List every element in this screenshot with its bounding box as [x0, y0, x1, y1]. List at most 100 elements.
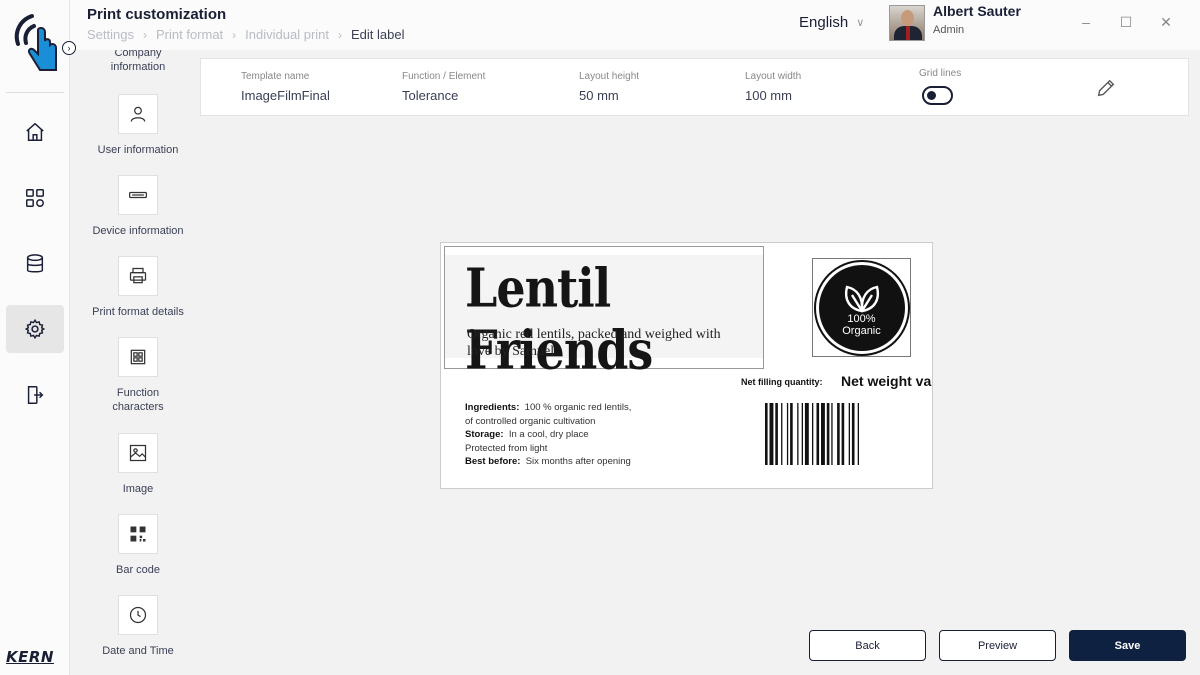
best-before-value: Six months after opening	[525, 456, 631, 467]
brand-tagline: Organic red lentils, packed and weighed …	[467, 327, 721, 359]
touch-hand-logo-icon	[14, 14, 57, 71]
logout-icon	[27, 386, 44, 404]
element-function-characters[interactable]: Function characters	[80, 337, 196, 414]
element-label: Date and Time	[102, 645, 174, 657]
grid-lines-toggle[interactable]	[922, 86, 953, 105]
element-label: Function characters	[112, 387, 164, 413]
scale-icon	[118, 175, 158, 215]
layout-height-field: Layout height 50 mm	[579, 71, 639, 103]
grid-lines-field: Grid lines	[919, 68, 961, 79]
barcode-bar	[831, 403, 833, 465]
grid-icon	[26, 189, 44, 207]
user-name: Albert Sauter	[933, 3, 1021, 19]
element-bar-code[interactable]: Bar code	[80, 514, 196, 577]
element-label: Bar code	[115, 564, 161, 576]
barcode-bar	[786, 403, 789, 465]
avatar[interactable]	[889, 5, 925, 41]
net-filling-label: Net filling quantity:	[741, 377, 823, 387]
breadcrumb-individual-print[interactable]: Individual print	[245, 27, 329, 42]
barcode-bar	[765, 403, 768, 465]
barcode-bar	[769, 403, 774, 465]
breadcrumb-chevron-icon: ›	[142, 27, 147, 42]
organic-badge-element[interactable]: 100% Organic	[812, 258, 911, 357]
element-label: Print format details	[92, 306, 184, 318]
net-weight-value: Net weight va	[841, 373, 932, 389]
back-button[interactable]: Back	[809, 630, 926, 661]
element-label: User information	[97, 144, 179, 156]
element-palette: Company information User information Dev…	[80, 50, 196, 670]
barcode-bar	[841, 403, 845, 465]
nav-database[interactable]	[6, 240, 64, 288]
function-element-field: Function / Element Tolerance	[402, 71, 485, 103]
nav-logout[interactable]	[6, 371, 64, 419]
qr-code-icon	[118, 514, 158, 554]
element-image[interactable]: Image	[80, 433, 196, 496]
language-select[interactable]: English ∨	[799, 14, 864, 31]
badge-percent: 100%	[847, 312, 876, 325]
ingredients-value: 100 % organic red lentils,	[524, 402, 632, 413]
brand-name: Lentil Friends	[465, 257, 653, 382]
pencil-icon[interactable]	[1095, 77, 1117, 99]
header: Print customization Settings › Print for…	[70, 0, 1200, 50]
barcode-bar	[812, 403, 814, 465]
barcode-bar	[837, 403, 840, 465]
barcode-bar	[851, 403, 855, 465]
breadcrumb-settings[interactable]: Settings	[87, 27, 134, 42]
rail-divider	[6, 92, 64, 93]
close-button[interactable]: ✕	[1158, 14, 1174, 30]
language-value: English	[799, 14, 849, 31]
template-name-label: Template name	[241, 71, 310, 82]
layout-width-label: Layout width	[745, 71, 802, 82]
best-before-label: Best before:	[465, 456, 521, 467]
breadcrumb: Settings › Print format › Individual pri…	[87, 27, 404, 42]
barcode-bar	[797, 403, 799, 465]
nav-dashboard[interactable]	[6, 174, 64, 222]
ingredients-line2: of controlled organic cultivation	[465, 415, 596, 427]
save-button[interactable]: Save	[1069, 630, 1186, 661]
element-device-information[interactable]: Device information	[80, 175, 196, 238]
product-details[interactable]: Ingredients: 100 % organic red lentils, …	[465, 401, 631, 469]
element-company-information[interactable]: Company information	[80, 50, 196, 74]
barcode-bar	[848, 403, 850, 465]
nav-home[interactable]	[6, 108, 64, 156]
layout-width-value: 100 mm	[745, 88, 792, 103]
preview-button[interactable]: Preview	[939, 630, 1056, 661]
barcode-bar	[801, 403, 803, 465]
brand-image-element[interactable]: Lentil Friends Organic red lentils, pack…	[444, 246, 764, 381]
element-label: Device information	[92, 225, 184, 237]
gear-icon	[24, 318, 46, 340]
ingredients-label: Ingredients:	[465, 402, 520, 413]
element-user-information[interactable]: User information	[80, 94, 196, 157]
template-name-value: ImageFilmFinal	[241, 88, 330, 103]
element-label: Image	[122, 483, 154, 495]
minimize-button[interactable]: –	[1078, 14, 1094, 30]
storage-value: In a cool, dry place	[508, 429, 589, 440]
barcode-bar	[790, 403, 793, 465]
barcode-element[interactable]	[765, 403, 909, 465]
breadcrumb-chevron-icon: ›	[232, 27, 237, 42]
storage-line2: Protected from light	[465, 442, 548, 454]
function-grid-icon	[118, 337, 158, 377]
chevron-down-icon: ∨	[856, 17, 865, 29]
label-preview[interactable]: Lentil Friends Organic red lentils, pack…	[440, 242, 933, 489]
element-print-format-details[interactable]: Print format details	[80, 256, 196, 319]
nav-rail: › KERN	[0, 0, 76, 675]
breadcrumb-print-format[interactable]: Print format	[156, 27, 223, 42]
kern-brand-logo: KERN	[6, 648, 54, 666]
breadcrumb-chevron-icon: ›	[338, 27, 342, 42]
maximize-button[interactable]: ☐	[1118, 14, 1134, 30]
collapse-rail-button[interactable]: ›	[62, 41, 76, 55]
function-element-value: Tolerance	[402, 88, 459, 103]
barcode-bar	[826, 403, 830, 465]
user-icon	[118, 94, 158, 134]
label-canvas: Lentil Friends Organic red lentils, pack…	[200, 120, 1189, 670]
grid-lines-label: Grid lines	[919, 68, 962, 79]
storage-label: Storage:	[465, 429, 504, 440]
leaves-icon	[844, 285, 879, 312]
element-date-and-time[interactable]: Date and Time	[80, 595, 196, 658]
user-role: Admin	[933, 24, 965, 36]
barcode-bar	[781, 403, 783, 465]
breadcrumb-edit-label: Edit label	[351, 27, 405, 42]
nav-settings[interactable]	[6, 305, 64, 353]
barcode-bar	[804, 403, 809, 465]
